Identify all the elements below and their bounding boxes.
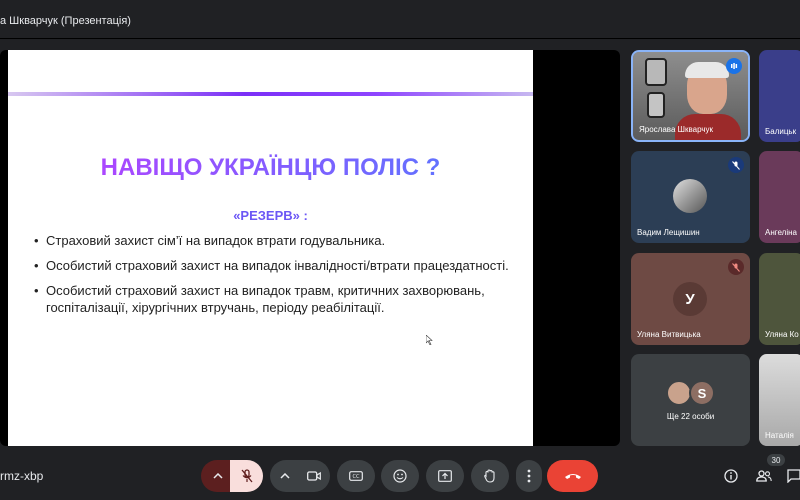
speaking-indicator-icon: [726, 58, 742, 74]
video-options-button[interactable]: [270, 460, 300, 492]
chevron-up-icon: [213, 473, 223, 479]
participant-avatar: У: [673, 282, 707, 316]
people-icon: [756, 470, 772, 482]
participant-avatar: S: [689, 380, 715, 406]
chevron-up-icon: [280, 473, 290, 479]
closed-captions-icon: CC: [349, 471, 363, 481]
more-participants-label: Ще 22 особи: [666, 412, 715, 421]
slide-bullet: • Страховий захист сім’ї на випадок втра…: [34, 232, 516, 249]
participant-tile[interactable]: Ярослава Шкварчук: [631, 50, 750, 142]
chat-icon: [787, 469, 800, 483]
present-screen-icon: [438, 470, 452, 482]
slide-accent-line: [8, 92, 533, 96]
mic-toggle-button[interactable]: [230, 460, 263, 492]
wall-frame: [647, 92, 665, 118]
participant-hair: [685, 62, 729, 78]
meeting-code: rmz-xbp: [0, 469, 44, 483]
slide-bullet-list: • Страховий захист сім’ї на випадок втра…: [34, 232, 516, 324]
raise-hand-button[interactable]: [471, 460, 509, 492]
participant-name: Уляна Ко: [765, 330, 799, 339]
hang-up-icon: [564, 474, 581, 479]
presentation-stage: НАВІЩО УКРАЇНЦЮ ПОЛІС ? «РЕЗЕРВ» : • Стр…: [0, 50, 620, 446]
participant-name: Ярослава Шкварчук: [639, 125, 714, 134]
participant-name: Ангеліна: [765, 228, 797, 237]
presentation-title: а Шкварчук (Презентація): [0, 15, 131, 27]
leave-call-button[interactable]: [547, 460, 598, 492]
slide-subheading: «РЕЗЕРВ» :: [233, 208, 308, 223]
participant-tile[interactable]: Вадим Лещишин: [631, 151, 750, 243]
participant-name: Вадим Лещишин: [637, 228, 700, 237]
mouse-cursor-icon: [425, 334, 433, 347]
slide-bullet: • Особистий страховий захист на випадок …: [34, 257, 516, 274]
svg-text:CC: CC: [353, 474, 360, 480]
bullet-dot: •: [34, 258, 39, 273]
slide-bullet: • Особистий страховий захист на випадок …: [34, 282, 516, 316]
participant-tile[interactable]: Балицьк: [759, 50, 800, 142]
participant-name: Уляна Витвицька: [637, 330, 701, 339]
slide-bullet-text: Особистий страховий захист на випадок ін…: [46, 258, 509, 273]
present-screen-button[interactable]: [426, 460, 464, 492]
wall-frame: [645, 58, 667, 86]
camera-toggle-button[interactable]: [298, 460, 330, 492]
participant-tile[interactable]: Наталія: [759, 354, 800, 446]
participant-count-badge: 30: [767, 454, 785, 466]
slide-bullet-text: Особистий страховий захист на випадок тр…: [46, 283, 485, 315]
mic-off-icon: [728, 157, 744, 173]
camera-icon: [307, 471, 321, 481]
participant-tile[interactable]: Ангеліна: [759, 151, 800, 243]
more-vert-icon: [527, 469, 531, 483]
mic-off-icon: [728, 259, 744, 275]
participant-name: Балицьк: [765, 127, 797, 136]
more-participants-tile[interactable]: S Ще 22 особи: [631, 354, 750, 446]
bullet-dot: •: [34, 283, 39, 298]
participant-avatar: [673, 179, 707, 213]
top-bar: а Шкварчук (Презентація): [0, 0, 800, 45]
divider: [0, 38, 800, 39]
slide: НАВІЩО УКРАЇНЦЮ ПОЛІС ? «РЕЗЕРВ» : • Стр…: [8, 50, 533, 446]
meeting-details-button[interactable]: [719, 460, 743, 492]
mic-off-icon: [241, 469, 252, 483]
call-controls-bar: rmz-xbp CC: [0, 452, 800, 500]
slide-bullet-text: Страховий захист сім’ї на випадок втрати…: [46, 233, 386, 248]
participant-tile[interactable]: У Уляна Витвицька: [631, 253, 750, 345]
chat-button[interactable]: [782, 460, 800, 492]
info-icon: [724, 469, 738, 483]
emoji-icon: [393, 469, 407, 483]
hand-icon: [484, 469, 495, 483]
reactions-button[interactable]: [381, 460, 419, 492]
captions-button[interactable]: CC: [337, 460, 375, 492]
slide-heading: НАВІЩО УКРАЇНЦЮ ПОЛІС ?: [8, 154, 533, 182]
participant-tile[interactable]: Уляна Ко: [759, 253, 800, 345]
more-options-button[interactable]: [516, 460, 542, 492]
participant-name: Наталія: [765, 431, 794, 440]
bullet-dot: •: [34, 233, 39, 248]
